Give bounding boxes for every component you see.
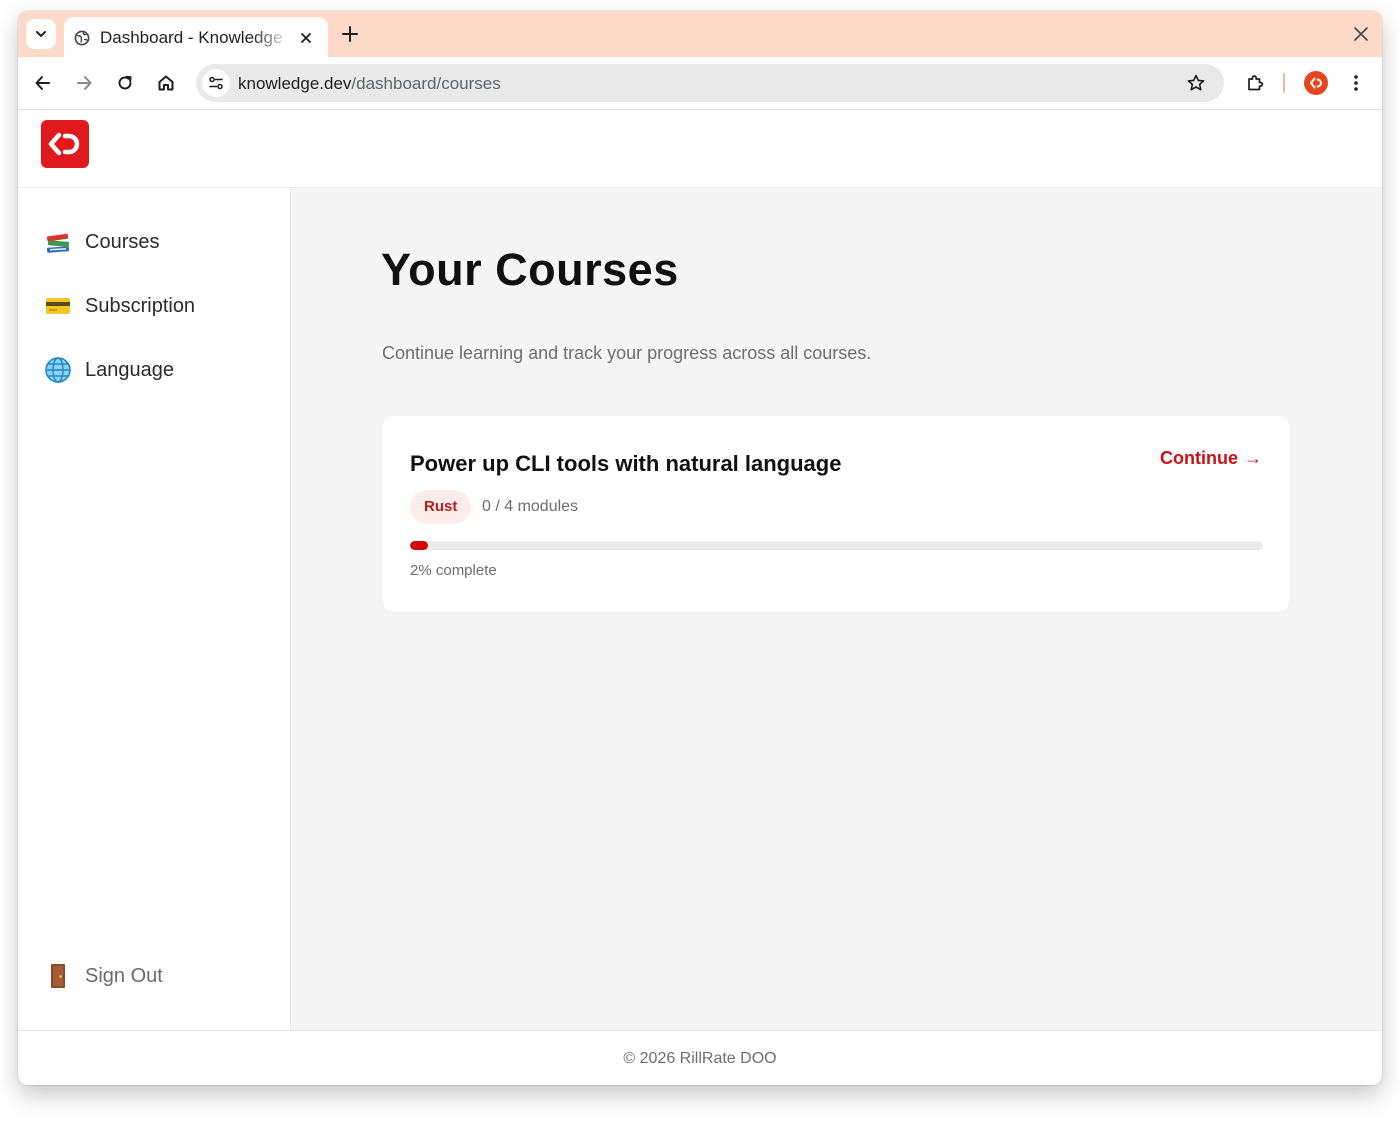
url-host: knowledge.dev [238, 74, 352, 93]
progress-fill [410, 541, 428, 550]
course-language-tag: Rust [410, 490, 472, 524]
copyright-text: © 2026 RillRate DOO [623, 1049, 777, 1067]
progress-text: 2% complete [410, 562, 497, 579]
progress-bar [410, 541, 1263, 550]
forward-arrow-icon[interactable] [74, 73, 94, 93]
module-count: 0 / 4 modules [482, 498, 579, 515]
active-tab[interactable]: Dashboard - Knowledge [64, 17, 328, 57]
site-logo[interactable] [41, 120, 89, 168]
sidebar-item-language[interactable]: Language [44, 355, 174, 385]
tab-title: Dashboard - Knowledge [100, 28, 283, 47]
back-arrow-icon[interactable] [33, 73, 53, 93]
sidebar-item-courses[interactable]: Courses [44, 227, 159, 257]
continue-button[interactable]: Continue → [1160, 448, 1262, 469]
course-title: Power up CLI tools with natural language [410, 451, 842, 476]
browser-toolbar: knowledge.dev/dashboard/courses [18, 57, 1382, 110]
tab-search-button[interactable] [26, 19, 56, 49]
close-tab-icon[interactable] [298, 30, 314, 46]
globe-icon [44, 356, 72, 384]
chevron-down-icon [36, 31, 46, 37]
address-bar[interactable]: knowledge.dev/dashboard/courses [196, 64, 1224, 102]
brand-logo-icon [1310, 77, 1322, 89]
continue-label: Continue [1160, 448, 1238, 468]
profile-avatar[interactable] [1304, 71, 1328, 95]
close-window-icon[interactable] [1353, 26, 1369, 42]
home-icon[interactable] [156, 73, 176, 93]
more-vertical-icon[interactable] [1346, 73, 1366, 93]
new-tab-icon[interactable] [340, 24, 360, 44]
sidebar-item-label: Language [85, 358, 174, 381]
arrow-right-icon: → [1244, 448, 1262, 468]
browser-window: Dashboard - Knowledge knowledge.dev/dash… [18, 11, 1382, 1085]
page-subtitle: Continue learning and track your progres… [382, 343, 872, 363]
main-content: Your Courses Continue learning and track… [291, 188, 1382, 1030]
sidebar-item-label: Courses [85, 230, 160, 253]
sidebar-item-label: Subscription [85, 294, 196, 317]
course-card: Power up CLI tools with natural language… [382, 416, 1290, 612]
page-title: Your Courses [381, 244, 679, 295]
reload-icon[interactable] [115, 73, 135, 93]
door-icon [44, 962, 72, 990]
tune-icon [209, 76, 223, 90]
brand-logo-icon [48, 132, 80, 156]
sidebar-item-subscription[interactable]: Subscription [44, 291, 195, 321]
url-path: /dashboard/courses [351, 74, 501, 93]
toolbar-divider [1283, 73, 1285, 93]
sign-out-button[interactable]: Sign Out [44, 961, 163, 991]
footer: © 2026 RillRate DOO [18, 1030, 1382, 1085]
sign-out-label: Sign Out [85, 964, 163, 987]
site-info-button[interactable] [202, 69, 230, 97]
site-header [18, 110, 1382, 188]
sidebar: Courses Subscription Language Sign Out [18, 188, 291, 1030]
globe-favicon-icon [74, 30, 90, 46]
books-icon [44, 228, 72, 256]
bookmark-star-icon[interactable] [1186, 73, 1206, 93]
page-content: Courses Subscription Language Sign Out Y… [18, 110, 1382, 1085]
tab-strip: Dashboard - Knowledge [18, 11, 1382, 57]
url-text: knowledge.dev/dashboard/courses [238, 74, 501, 94]
extensions-puzzle-icon[interactable] [1245, 73, 1265, 93]
credit-card-icon [44, 292, 72, 320]
